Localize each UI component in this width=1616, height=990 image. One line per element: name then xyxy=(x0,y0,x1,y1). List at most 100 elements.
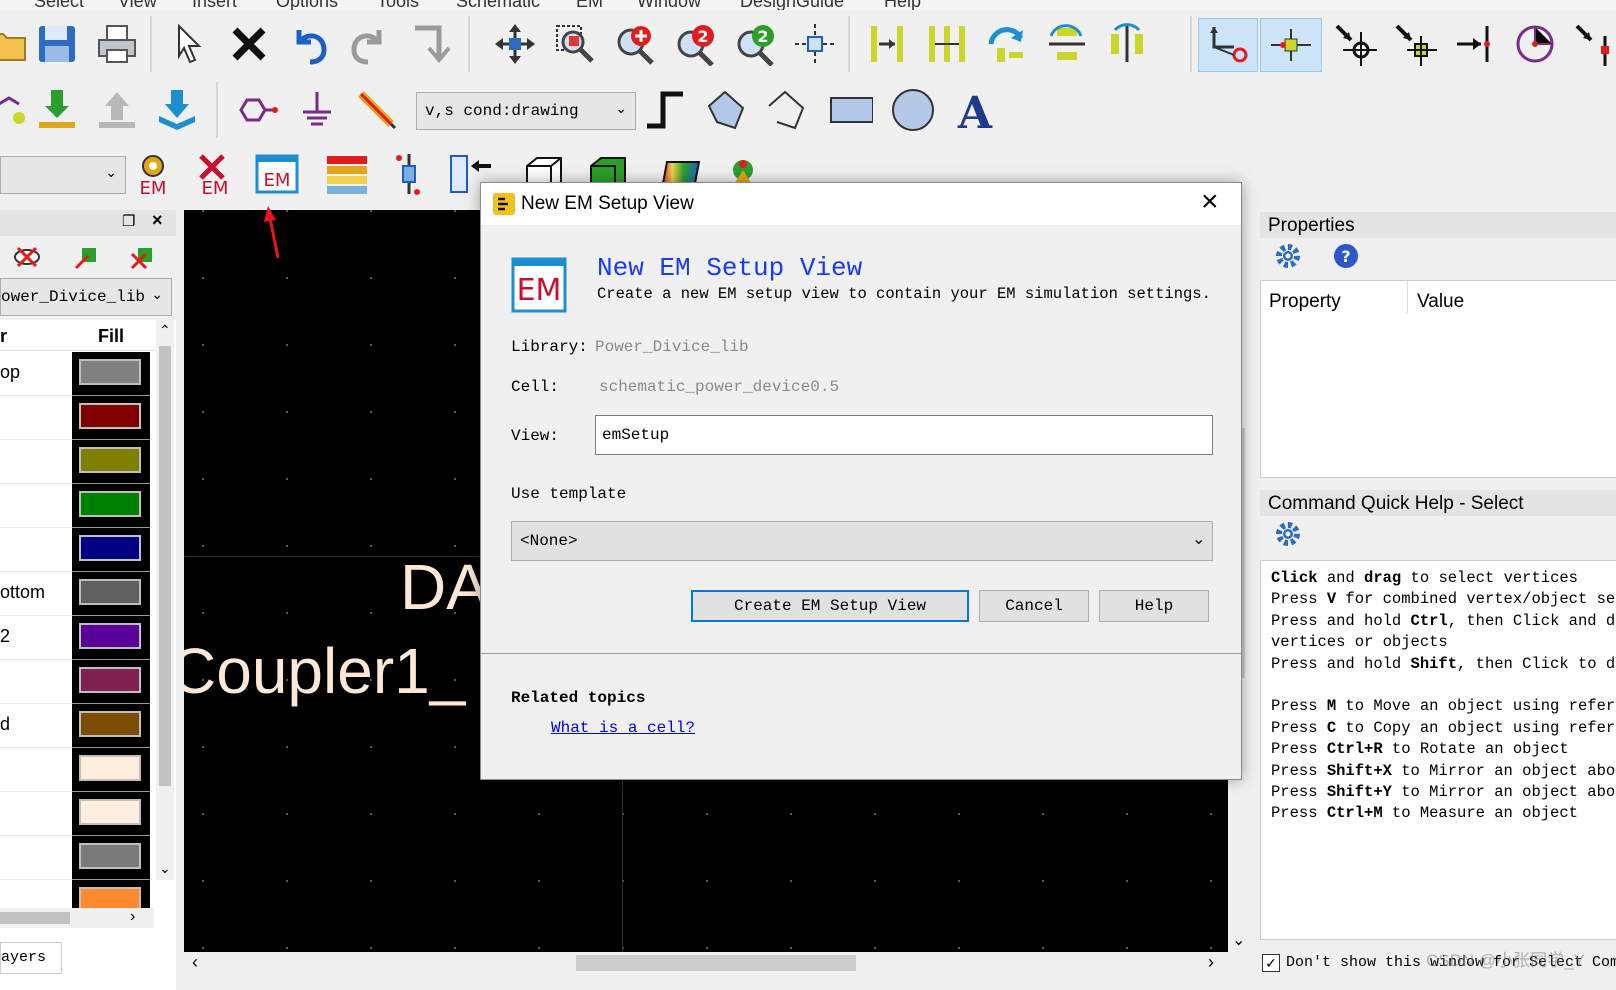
menu-options[interactable]: Options xyxy=(276,0,338,10)
em-delete-icon[interactable]: EM xyxy=(190,148,240,200)
select-vertex-icon[interactable] xyxy=(1198,18,1258,72)
em-setup-gear-icon[interactable]: EM xyxy=(128,148,178,200)
scroll-down-icon[interactable]: ⌄ xyxy=(1232,930,1245,950)
text-icon[interactable]: A xyxy=(950,84,1000,136)
circle-icon[interactable] xyxy=(888,84,938,136)
select-arrow-icon[interactable] xyxy=(164,18,214,70)
layer-stack-icon[interactable] xyxy=(322,148,372,200)
close-icon[interactable]: × xyxy=(152,210,163,231)
move-icon[interactable] xyxy=(490,18,540,70)
draw-pencil-icon[interactable] xyxy=(352,84,402,136)
cancel-button[interactable]: Cancel xyxy=(979,590,1089,622)
layer-fill-swatch[interactable] xyxy=(72,440,150,484)
polyline-icon[interactable] xyxy=(760,84,810,136)
menu-view[interactable]: View xyxy=(118,0,157,10)
menu-insert[interactable]: Insert xyxy=(192,0,237,10)
scroll-thumb[interactable] xyxy=(159,346,171,786)
layer-hide-icon[interactable] xyxy=(12,242,42,277)
snap-intersection-icon[interactable] xyxy=(1570,18,1616,70)
repeat-icon[interactable] xyxy=(404,18,454,70)
library-combo[interactable]: ower_Divice_lib ⌄ xyxy=(0,278,172,316)
delete-icon[interactable] xyxy=(224,18,274,70)
layer-fill-swatch[interactable] xyxy=(72,572,150,616)
redo-icon[interactable] xyxy=(344,18,394,70)
gear-icon[interactable] xyxy=(1274,242,1302,275)
gear-icon[interactable] xyxy=(1274,520,1302,553)
canvas-hscrollbar[interactable]: ‹ › xyxy=(184,952,1228,974)
zoom-in-2-icon[interactable]: 2 xyxy=(670,18,720,70)
undo-icon[interactable] xyxy=(284,18,334,70)
scroll-left-icon[interactable]: ‹ xyxy=(192,952,198,973)
insert-ground-icon[interactable] xyxy=(292,84,342,136)
close-icon[interactable]: × xyxy=(1201,185,1219,219)
layer-fill-swatch[interactable] xyxy=(72,352,150,396)
layer-fill-swatch[interactable] xyxy=(72,484,150,528)
trace-icon[interactable] xyxy=(640,84,690,136)
hscroll-thumb[interactable] xyxy=(0,912,70,924)
menu-schematic[interactable]: Schematic xyxy=(456,0,540,10)
align-right-icon[interactable] xyxy=(862,18,912,70)
layer-fill-swatch[interactable] xyxy=(72,396,150,440)
layer-fill-swatch[interactable] xyxy=(72,660,150,704)
layer-fill-swatch[interactable] xyxy=(72,704,150,748)
insert-port-icon[interactable] xyxy=(232,84,282,136)
layers-hscrollbar[interactable]: › xyxy=(0,908,154,928)
layer-select[interactable]: v,s cond:drawing ⌄ xyxy=(416,92,636,130)
menu-help[interactable]: Help xyxy=(884,0,921,10)
template-select[interactable]: <None> ⌄ xyxy=(511,521,1213,561)
menu-em[interactable]: EM xyxy=(576,0,603,10)
layer-select-icon[interactable] xyxy=(72,242,102,277)
layer-fill-swatch[interactable] xyxy=(72,616,150,660)
layer-unselect-icon[interactable] xyxy=(128,242,158,277)
layer-fill-swatch[interactable] xyxy=(72,748,150,792)
help-icon[interactable]: ? xyxy=(1332,242,1360,275)
pop-up-icon[interactable] xyxy=(92,84,142,136)
open-icon[interactable] xyxy=(0,18,32,70)
scroll-down-icon[interactable]: ⌄ xyxy=(159,860,171,877)
what-is-a-cell-link[interactable]: What is a cell? xyxy=(551,719,695,737)
snap-arc-icon[interactable] xyxy=(1510,18,1560,70)
scroll-right-icon[interactable]: › xyxy=(1208,952,1214,973)
view-input[interactable]: emSetup xyxy=(595,415,1213,455)
float-icon[interactable]: ❐ xyxy=(122,212,135,230)
hscroll-thumb[interactable] xyxy=(576,955,856,971)
dont-show-checkbox[interactable]: ✓ xyxy=(1262,954,1280,972)
rectangle-icon[interactable] xyxy=(826,84,876,136)
layer-fill-swatch[interactable] xyxy=(72,792,150,836)
menu-designguide[interactable]: DesignGuide xyxy=(740,0,844,10)
save-icon[interactable] xyxy=(32,18,82,70)
layers-scrollbar[interactable]: ⌃ ⌄ xyxy=(156,320,174,880)
zoom-in-icon[interactable] xyxy=(610,18,660,70)
create-em-setup-view-button[interactable]: Create EM Setup View xyxy=(691,590,969,622)
snap-center-icon[interactable] xyxy=(1390,18,1440,70)
layer-view-icon[interactable] xyxy=(0,84,32,136)
layer-fill-swatch[interactable] xyxy=(72,528,150,572)
snap-midpoint-icon[interactable] xyxy=(1260,18,1322,72)
mirror-y-icon[interactable] xyxy=(1102,18,1152,70)
canvas-text-da: DA xyxy=(400,551,489,623)
mirror-x-icon[interactable] xyxy=(1042,18,1092,70)
menu-tools[interactable]: Tools xyxy=(377,0,419,10)
print-icon[interactable] xyxy=(92,18,142,70)
scroll-right-icon[interactable]: › xyxy=(130,908,135,926)
chevron-down-icon: ⌄ xyxy=(1192,531,1206,548)
menu-select[interactable]: Select xyxy=(34,0,84,10)
zoom-out-2-icon[interactable]: 2 xyxy=(730,18,780,70)
rotate-icon[interactable] xyxy=(982,18,1032,70)
snap-point-icon[interactable] xyxy=(790,18,840,70)
polygon-icon[interactable] xyxy=(700,84,750,136)
menu-window[interactable]: Window xyxy=(637,0,701,10)
design-combo[interactable]: ⌄ xyxy=(0,156,126,194)
via-port-icon[interactable] xyxy=(384,148,434,200)
help-button[interactable]: Help xyxy=(1099,590,1209,622)
zoom-area-icon[interactable] xyxy=(550,18,600,70)
layer-fill-swatch[interactable] xyxy=(72,836,150,880)
distribute-icon[interactable] xyxy=(922,18,972,70)
em-new-setup-icon[interactable]: EM xyxy=(252,148,302,200)
snap-vertex-icon[interactable] xyxy=(1330,18,1380,70)
snap-edge-icon[interactable] xyxy=(1450,18,1500,70)
push-down-icon[interactable] xyxy=(32,84,82,136)
scroll-up-icon[interactable]: ⌃ xyxy=(159,322,171,339)
layers-tab[interactable]: ayers xyxy=(0,942,62,974)
flatten-icon[interactable] xyxy=(152,84,202,136)
